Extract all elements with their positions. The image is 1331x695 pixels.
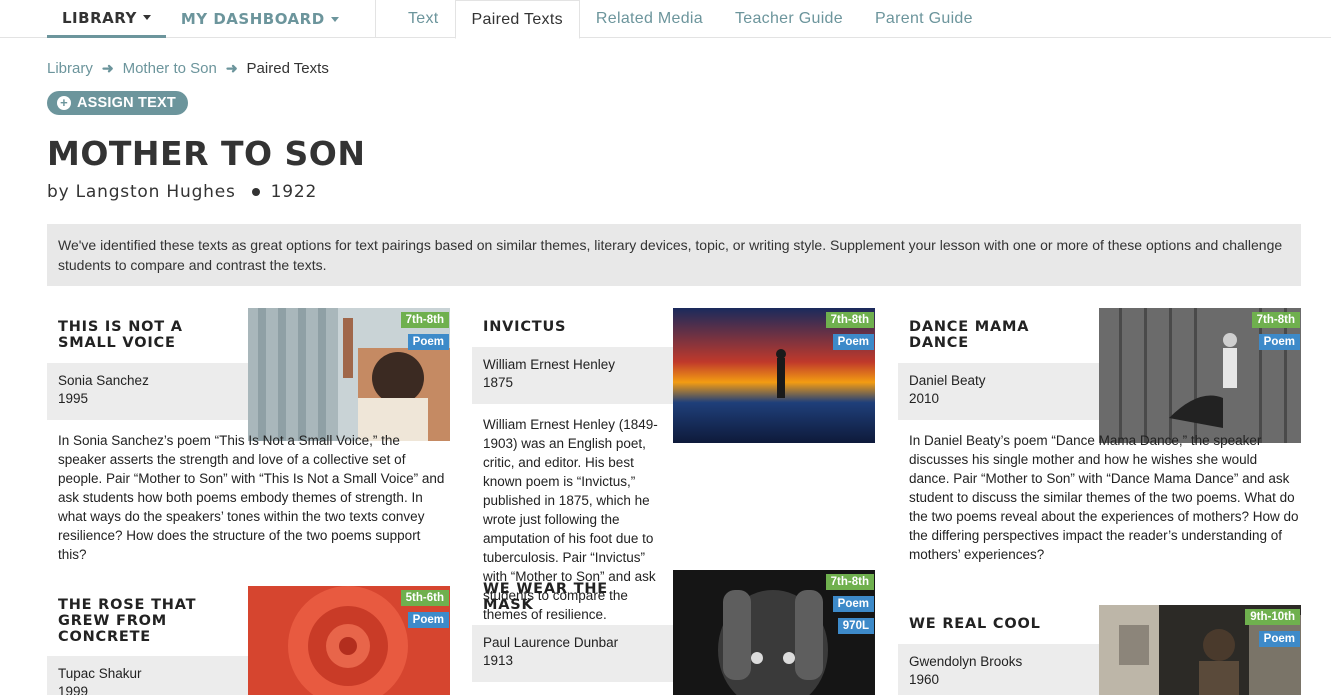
genre-badge: Poem (407, 612, 449, 628)
grade-badge: 5th-6th (400, 590, 449, 606)
card-title[interactable]: INVICTUS (483, 319, 663, 335)
dashboard-menu-label: MY DASHBOARD (180, 10, 325, 28)
paired-text-card: DANCE MAMA DANCE Daniel Beaty 2010 7th-8… (898, 308, 1301, 588)
paired-text-card: INVICTUS William Ernest Henley 1875 7th-… (472, 308, 875, 622)
chevron-down-icon (330, 16, 339, 22)
paired-text-card: WE WEAR THE MASK Paul Laurence Dunbar 19… (472, 570, 875, 695)
card-image[interactable]: 7th-8th Poem (248, 308, 450, 441)
card-title[interactable]: THE ROSE THAT GREW FROM CONCRETE (58, 597, 238, 645)
card-year: 1999 (58, 684, 89, 695)
paired-text-card: THIS IS NOT A SMALL VOICE Sonia Sanchez … (47, 308, 450, 578)
card-author: William Ernest Henley (483, 357, 616, 372)
dashboard-menu[interactable]: MY DASHBOARD (166, 0, 339, 38)
card-author: Daniel Beaty (909, 373, 986, 388)
card-meta: Tupac Shakur 1999 (47, 656, 248, 695)
tab-related-media[interactable]: Related Media (580, 0, 719, 38)
breadcrumb: Library ➜ Mother to Son ➜ Paired Texts (47, 60, 329, 77)
page-title: MOTHER TO SON (47, 134, 366, 173)
tab-paired-texts[interactable]: Paired Texts (454, 0, 580, 39)
tab-teacher-guide[interactable]: Teacher Guide (719, 0, 859, 38)
grade-badge: 9th-10th (1245, 609, 1300, 625)
breadcrumb-library[interactable]: Library (47, 60, 93, 77)
card-meta: William Ernest Henley 1875 (472, 347, 673, 404)
card-year: 1875 (483, 375, 514, 390)
card-description: In Sonia Sanchez’s poem “This Is Not a S… (58, 433, 445, 562)
card-image[interactable]: 9th-10th Poem (1099, 605, 1301, 695)
arrow-right-icon: ➜ (101, 60, 114, 76)
author-line: by Langston Hughes (47, 182, 236, 202)
card-meta: Paul Laurence Dunbar 1913 (472, 625, 673, 682)
card-year: 1960 (909, 672, 940, 687)
chevron-down-icon (142, 15, 151, 20)
library-menu[interactable]: LIBRARY (47, 0, 166, 38)
byline: by Langston Hughes 1922 (47, 182, 317, 202)
breadcrumb-mother-to-son[interactable]: Mother to Son (123, 60, 217, 77)
card-title[interactable]: DANCE MAMA DANCE (909, 319, 1089, 351)
card-image[interactable]: 5th-6th Poem (248, 586, 450, 695)
card-image[interactable]: 7th-8th Poem 970L (673, 570, 875, 695)
card-title[interactable]: WE REAL COOL (909, 616, 1089, 632)
card-meta: Daniel Beaty 2010 (898, 363, 1099, 420)
grade-badge: 7th-8th (825, 312, 874, 328)
nav-menus: LIBRARY MY DASHBOARD (47, 0, 339, 38)
text-tabs: Text Paired Texts Related Media Teacher … (392, 0, 989, 39)
card-title[interactable]: WE WEAR THE MASK (483, 581, 663, 613)
assign-text-label: ASSIGN TEXT (77, 95, 176, 111)
card-author: Sonia Sanchez (58, 373, 149, 388)
genre-badge: Poem (1258, 334, 1300, 350)
grade-badge: 7th-8th (825, 574, 874, 590)
grade-badge: 7th-8th (400, 312, 449, 328)
lexile-badge: 970L (837, 618, 874, 634)
library-menu-label: LIBRARY (62, 8, 137, 27)
card-author: Paul Laurence Dunbar (483, 635, 619, 650)
genre-badge: Poem (1258, 631, 1300, 647)
genre-badge: Poem (407, 334, 449, 350)
nav-divider (375, 0, 376, 38)
publish-year: 1922 (270, 182, 318, 202)
pairing-intro: We've identified these texts as great op… (47, 224, 1301, 286)
card-meta: Gwendolyn Brooks 1960 (898, 644, 1099, 695)
tab-text[interactable]: Text (392, 0, 455, 38)
paired-text-card: WE REAL COOL Gwendolyn Brooks 1960 9th-1… (898, 605, 1301, 695)
tab-parent-guide[interactable]: Parent Guide (859, 0, 989, 38)
arrow-right-icon: ➜ (225, 60, 238, 76)
genre-badge: Poem (832, 334, 874, 350)
card-meta: Sonia Sanchez 1995 (47, 363, 248, 420)
card-title[interactable]: THIS IS NOT A SMALL VOICE (58, 319, 238, 351)
top-nav: LIBRARY MY DASHBOARD Text Paired Texts R… (0, 0, 1331, 39)
card-author: Gwendolyn Brooks (909, 654, 1023, 669)
card-description: In Daniel Beaty’s poem “Dance Mama Dance… (909, 433, 1299, 562)
card-image[interactable]: 7th-8th Poem (1099, 308, 1301, 443)
paired-text-card: THE ROSE THAT GREW FROM CONCRETE Tupac S… (47, 586, 450, 695)
assign-text-button[interactable]: + ASSIGN TEXT (47, 91, 188, 115)
genre-badge: Poem (832, 596, 874, 612)
bullet-dot (251, 188, 260, 196)
card-year: 2010 (909, 391, 940, 406)
card-year: 1995 (58, 391, 89, 406)
plus-circle-icon: + (57, 96, 71, 110)
card-author: Tupac Shakur (58, 666, 142, 681)
grade-badge: 7th-8th (1251, 312, 1300, 328)
breadcrumb-current: Paired Texts (246, 60, 329, 77)
card-year: 1913 (483, 653, 514, 668)
